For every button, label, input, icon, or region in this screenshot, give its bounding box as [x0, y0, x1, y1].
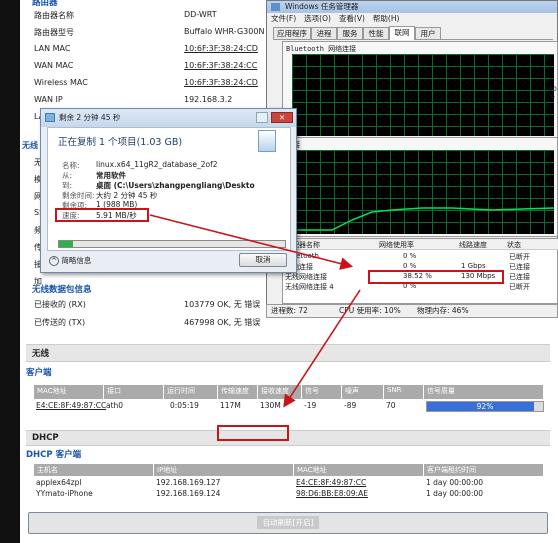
annotation-arrows [149, 214, 361, 408]
